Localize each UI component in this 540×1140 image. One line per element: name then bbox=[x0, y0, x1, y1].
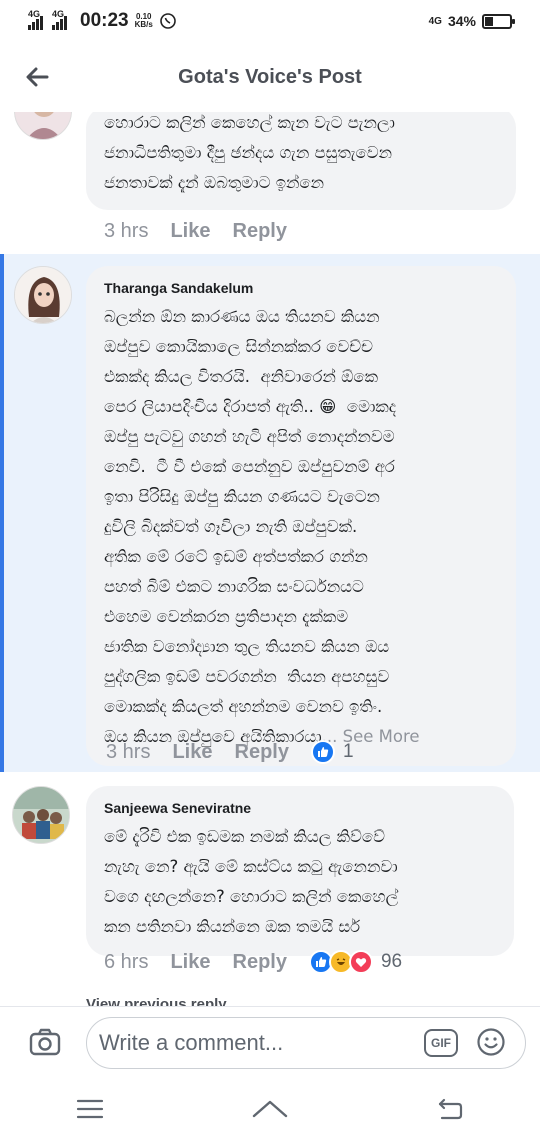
app-header: Gota's Voice's Post bbox=[0, 42, 540, 112]
smiley-icon bbox=[477, 1028, 505, 1056]
reply-button[interactable]: Reply bbox=[233, 220, 287, 243]
status-bar: 4G 4G 00:23 0.10 KB/s 4G 34% bbox=[0, 0, 540, 42]
comment-time: 3 hrs bbox=[106, 740, 151, 763]
battery-percent: 34% bbox=[447, 13, 476, 29]
comment-text: බලන්න ඕන කාරණය ඔය තියනව කියන ඔප්පුව කොයි… bbox=[104, 307, 420, 746]
network-speed: 0.10 KB/s bbox=[134, 12, 153, 29]
comment-bubble: Tharanga Sandakelum බලන්න ඕන කාරණය ඔය ති… bbox=[86, 266, 516, 766]
signal-icon-2: 4G bbox=[52, 9, 68, 30]
back-nav-button[interactable] bbox=[420, 1089, 480, 1129]
avatar[interactable] bbox=[14, 112, 72, 140]
arrow-left-icon bbox=[26, 67, 49, 87]
avatar[interactable] bbox=[12, 786, 70, 844]
like-button[interactable]: Like bbox=[172, 741, 212, 764]
reaction-count: 1 bbox=[342, 741, 354, 762]
emoji-button[interactable] bbox=[476, 1027, 506, 1057]
reply-button[interactable]: Reply bbox=[235, 741, 289, 764]
menu-icon bbox=[76, 1099, 104, 1119]
status-time: 00:23 bbox=[80, 10, 129, 31]
system-navigation-bar bbox=[0, 1078, 540, 1140]
comment-bubble: හොරාට කලින් කෙහෙල් කැන වැට පැනලා ජනාධිපත… bbox=[86, 112, 516, 210]
heart-icon bbox=[348, 950, 373, 974]
reply-button[interactable]: Reply bbox=[233, 951, 287, 974]
home-nav-button[interactable] bbox=[240, 1089, 300, 1129]
menu-nav-button[interactable] bbox=[60, 1089, 120, 1129]
comment-bubble: Sanjeewa Seneviratne මේ දැරිවි එක ඉඩමක න… bbox=[86, 786, 514, 956]
gif-button[interactable]: GIF bbox=[424, 1029, 458, 1057]
view-previous-reply-link[interactable]: View previous reply bbox=[86, 996, 227, 1006]
signal-icon-1: 4G bbox=[28, 9, 44, 30]
comment-author[interactable]: Tharanga Sandakelum bbox=[104, 280, 498, 296]
comment-item: Sanjeewa Seneviratne මේ දැරිවි එක ඉඩමක න… bbox=[0, 772, 540, 982]
like-button[interactable]: Like bbox=[170, 220, 210, 243]
comment-actions: 6 hrs Like Reply 96 bbox=[104, 950, 402, 974]
back-button[interactable] bbox=[20, 60, 54, 94]
home-icon bbox=[252, 1100, 288, 1118]
return-icon bbox=[438, 1098, 463, 1120]
page-title: Gota's Voice's Post bbox=[178, 65, 362, 88]
camera-icon bbox=[29, 1028, 61, 1056]
battery-icon bbox=[482, 13, 515, 29]
comment-item-highlighted: Tharanga Sandakelum බලන්න ඕන කාරණය ඔය ති… bbox=[0, 254, 540, 772]
comment-composer: Write a comment... GIF bbox=[0, 1006, 540, 1078]
comment-author[interactable]: Sanjeewa Seneviratne bbox=[104, 800, 496, 816]
network-type-label: 4G bbox=[428, 15, 442, 27]
comment-input[interactable]: Write a comment... bbox=[86, 1017, 526, 1069]
comment-time: 3 hrs bbox=[104, 220, 149, 242]
comment-actions: 3 hrs Like Reply 1 bbox=[106, 740, 354, 764]
comment-item: හොරාට කලින් කෙහෙල් කැන වැට පැනලා ජනාධිපත… bbox=[0, 112, 540, 254]
comment-text: මේ දැරිවි එක ඉඩමක නමක් කියල කිව්වේ නැහැ … bbox=[104, 827, 399, 936]
whatsapp-icon bbox=[160, 13, 176, 29]
comment-text: හොරාට කලින් කෙහෙල් කැන වැට පැනලා ජනාධිපත… bbox=[104, 113, 395, 192]
camera-button[interactable] bbox=[28, 1025, 64, 1061]
comments-feed[interactable]: හොරාට කලින් කෙහෙල් කැන වැට පැනලා ජනාධිපත… bbox=[0, 112, 540, 1006]
reaction-summary[interactable]: 96 bbox=[308, 950, 403, 974]
comment-actions: 3 hrs Like Reply bbox=[104, 220, 287, 243]
reaction-count: 96 bbox=[380, 951, 403, 972]
thumbs-up-icon bbox=[310, 740, 335, 764]
comment-time: 6 hrs bbox=[104, 950, 149, 973]
like-button[interactable]: Like bbox=[170, 951, 210, 974]
reaction-summary[interactable]: 1 bbox=[310, 740, 354, 764]
avatar[interactable] bbox=[14, 266, 72, 324]
